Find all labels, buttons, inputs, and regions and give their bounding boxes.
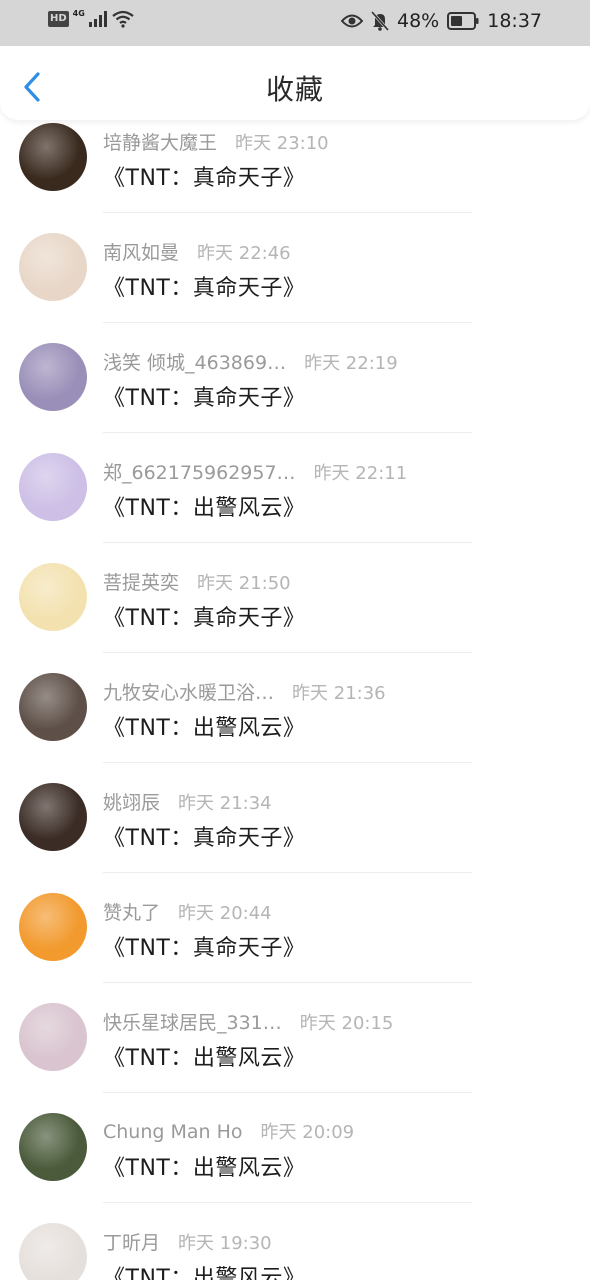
- timestamp: 昨天 20:15: [299, 1013, 394, 1034]
- user-name: 快乐星球居民_331…: [103, 1012, 282, 1034]
- user-name: Chung Man Ho: [103, 1121, 243, 1143]
- avatar[interactable]: [19, 673, 87, 741]
- divider: [103, 432, 472, 433]
- user-name: 丁昕月: [103, 1232, 161, 1254]
- name-line: 赞丸了 昨天 20:44: [103, 898, 272, 925]
- divider: [103, 1092, 472, 1093]
- list-item[interactable]: 丁昕月 昨天 19:30 《TNT：出警风云》: [0, 1204, 590, 1280]
- user-name: 南风如曼: [103, 242, 180, 264]
- user-name: 培静酱大魔王: [103, 132, 218, 154]
- signal-icon: [88, 11, 107, 27]
- timestamp: 昨天 20:09: [260, 1122, 355, 1143]
- user-name: 九牧安心水暖卫浴…: [103, 682, 275, 704]
- avatar[interactable]: [19, 453, 87, 521]
- timestamp: 昨天 22:46: [197, 243, 291, 264]
- timestamp: 昨天 21:36: [292, 683, 386, 704]
- divider: [103, 762, 472, 763]
- avatar[interactable]: [19, 233, 87, 301]
- item-subject: 《TNT：出警风云》: [103, 716, 306, 741]
- divider: [103, 542, 472, 543]
- avatar[interactable]: [19, 1003, 87, 1071]
- favorites-list[interactable]: 培静酱大魔王 昨天 23:10 《TNT：真命天子》 南风如曼 昨天 22:46 《TNT…: [0, 104, 590, 1280]
- name-line: 九牧安心水暖卫浴… 昨天 21:36: [103, 678, 386, 705]
- user-name: 菩提英奕: [103, 572, 180, 594]
- item-subject: 《TNT：出警风云》: [103, 1266, 306, 1280]
- status-bar: HD 4G 48% 18:37: [0, 0, 590, 46]
- timestamp: 昨天 23:10: [235, 133, 329, 154]
- item-subject: 《TNT：真命天子》: [103, 166, 306, 191]
- avatar[interactable]: [19, 1113, 87, 1181]
- name-line: 菩提英奕 昨天 21:50: [103, 568, 291, 595]
- list-item[interactable]: 九牧安心水暖卫浴… 昨天 21:36 《TNT：出警风云》: [0, 654, 590, 764]
- list-item[interactable]: Chung Man Ho 昨天 20:09 《TNT：出警风云》: [0, 1094, 590, 1204]
- name-line: 南风如曼 昨天 22:46: [103, 238, 291, 265]
- user-name: 浅笑 倾城_463869…: [103, 352, 287, 374]
- avatar[interactable]: [19, 563, 87, 631]
- name-line: Chung Man Ho 昨天 20:09: [103, 1118, 354, 1144]
- avatar[interactable]: [19, 1223, 87, 1280]
- item-subject: 《TNT：真命天子》: [103, 606, 306, 631]
- nav-header: 收藏: [0, 46, 590, 120]
- name-line: 快乐星球居民_331… 昨天 20:15: [103, 1008, 393, 1035]
- item-subject: 《TNT：出警风云》: [103, 496, 306, 521]
- item-subject: 《TNT：真命天子》: [103, 276, 306, 301]
- item-subject: 《TNT：真命天子》: [103, 826, 306, 851]
- divider: [103, 212, 472, 213]
- list-item[interactable]: 赞丸了 昨天 20:44 《TNT：真命天子》: [0, 874, 590, 984]
- list-item[interactable]: 培静酱大魔王 昨天 23:10 《TNT：真命天子》: [0, 104, 590, 214]
- avatar[interactable]: [19, 783, 87, 851]
- user-name: 赞丸了: [103, 902, 161, 924]
- hd-badge: HD: [48, 11, 69, 27]
- avatar[interactable]: [19, 123, 87, 191]
- timestamp: 昨天 19:30: [178, 1233, 272, 1254]
- clock: 18:37: [487, 10, 542, 32]
- divider: [103, 982, 472, 983]
- divider: [103, 652, 472, 653]
- wifi-icon: [112, 10, 134, 28]
- divider: [103, 872, 472, 873]
- timestamp: 昨天 21:34: [178, 793, 272, 814]
- avatar[interactable]: [19, 343, 87, 411]
- list-item[interactable]: 快乐星球居民_331… 昨天 20:15 《TNT：出警风云》: [0, 984, 590, 1094]
- page-title: 收藏: [265, 73, 324, 106]
- list-item[interactable]: 南风如曼 昨天 22:46 《TNT：真命天子》: [0, 214, 590, 324]
- list-item[interactable]: 郑_662175962957… 昨天 22:11 《TNT：出警风云》: [0, 434, 590, 544]
- status-bar-right: 48% 18:37: [341, 10, 542, 32]
- list-item[interactable]: 菩提英奕 昨天 21:50 《TNT：真命天子》: [0, 544, 590, 654]
- eye-icon: [341, 14, 363, 28]
- divider: [103, 1202, 472, 1203]
- item-subject: 《TNT：真命天子》: [103, 936, 306, 961]
- name-line: 郑_662175962957… 昨天 22:11: [103, 458, 407, 485]
- timestamp: 昨天 21:50: [197, 573, 291, 594]
- name-line: 培静酱大魔王 昨天 23:10: [103, 128, 329, 155]
- list-item[interactable]: 浅笑 倾城_463869… 昨天 22:19 《TNT：真命天子》: [0, 324, 590, 434]
- mute-bell-icon: [371, 11, 389, 31]
- list-item[interactable]: 姚翊辰 昨天 21:34 《TNT：真命天子》: [0, 764, 590, 874]
- avatar[interactable]: [19, 893, 87, 961]
- name-line: 姚翊辰 昨天 21:34: [103, 788, 272, 815]
- user-name: 郑_662175962957…: [103, 462, 296, 484]
- battery-percent: 48%: [397, 10, 440, 32]
- item-subject: 《TNT：出警风云》: [103, 1156, 306, 1181]
- network-type: 4G: [72, 8, 85, 18]
- status-bar-left: HD 4G: [48, 8, 135, 28]
- item-subject: 《TNT：真命天子》: [103, 386, 306, 411]
- divider: [103, 322, 472, 323]
- user-name: 姚翊辰: [103, 792, 161, 814]
- timestamp: 昨天 20:44: [178, 903, 272, 924]
- timestamp: 昨天 22:19: [304, 353, 398, 374]
- item-subject: 《TNT：出警风云》: [103, 1046, 306, 1071]
- battery-icon: [447, 12, 479, 30]
- name-line: 浅笑 倾城_463869… 昨天 22:19: [103, 348, 398, 375]
- name-line: 丁昕月 昨天 19:30: [103, 1228, 272, 1255]
- timestamp: 昨天 22:11: [313, 463, 408, 484]
